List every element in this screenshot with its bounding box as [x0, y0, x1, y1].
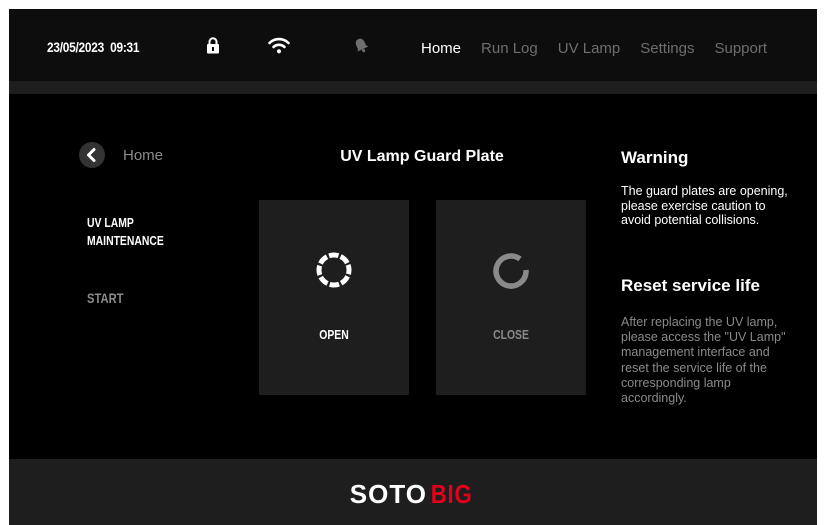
back-label[interactable]: Home — [123, 147, 163, 164]
close-label: CLOSE — [493, 327, 529, 342]
warning-text: The guard plates are opening, please exe… — [621, 184, 788, 227]
app-window: 23/05/2023 09:31 Home Run Log UV Lamp Se… — [9, 9, 817, 525]
sub-bar — [9, 81, 817, 94]
panel-title: UV Lamp Guard Plate — [340, 148, 504, 165]
wifi-icon[interactable] — [268, 37, 290, 54]
refresh-ring-icon — [493, 253, 529, 289]
nav-support[interactable]: Support — [714, 40, 767, 57]
section-title: UV LAMP MAINTENANCE — [87, 215, 164, 248]
open-label: OPEN — [319, 327, 349, 342]
nav-run-log[interactable]: Run Log — [481, 40, 538, 57]
footer: SOTO BIG — [9, 459, 817, 525]
close-button[interactable]: CLOSE — [436, 200, 586, 395]
time-text: 09:31 — [110, 39, 140, 55]
brand-logo: SOTO BIG — [9, 479, 817, 510]
bell-icon[interactable] — [353, 37, 369, 54]
logo-part-soto: SOTO — [349, 479, 427, 509]
warning-title: Warning — [621, 148, 689, 167]
nav-home[interactable]: Home — [421, 40, 461, 57]
logo-part-big: BIG — [430, 479, 473, 509]
reset-service-life-title: Reset service life — [621, 276, 760, 295]
open-button[interactable]: OPEN — [259, 200, 409, 395]
back-button[interactable] — [79, 142, 105, 168]
loading-dashed-ring-icon — [316, 252, 352, 288]
status-bar: 23/05/2023 09:31 Home Run Log UV Lamp Se… — [9, 9, 817, 81]
datetime: 23/05/2023 09:31 — [47, 39, 140, 55]
reset-service-life-text: After replacing the UV lamp, please acce… — [621, 315, 786, 406]
date-text: 23/05/2023 — [47, 39, 105, 55]
nav-settings[interactable]: Settings — [640, 40, 694, 57]
chevron-left-icon — [87, 148, 96, 162]
main-nav: Home Run Log UV Lamp Settings Support — [421, 40, 787, 57]
step-start-label[interactable]: START — [87, 290, 124, 306]
nav-uv-lamp[interactable]: UV Lamp — [558, 40, 621, 57]
lock-icon[interactable] — [206, 37, 220, 54]
